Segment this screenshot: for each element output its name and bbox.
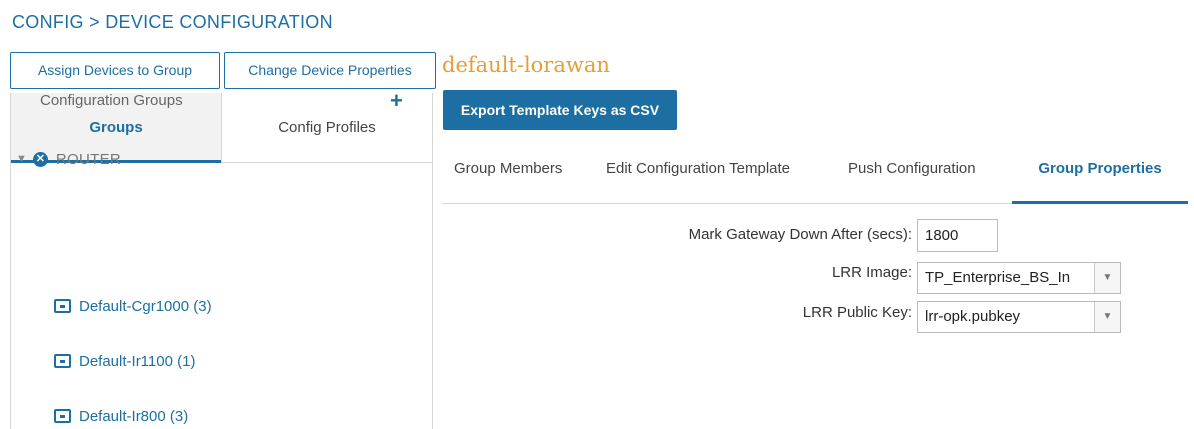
caret-down-icon[interactable]: ▼ <box>16 153 27 165</box>
tab-group-members[interactable]: Group Members <box>454 150 562 204</box>
lrr-image-select[interactable]: TP_Enterprise_BS_In ▼ <box>917 262 1121 294</box>
lrr-public-key-select[interactable]: lrr-opk.pubkey ▼ <box>917 301 1121 333</box>
gateway-down-input[interactable] <box>917 219 998 252</box>
tab-edit-configuration-template[interactable]: Edit Configuration Template <box>606 150 790 204</box>
lrr-public-key-label: LRR Public Key: <box>802 304 912 321</box>
dropdown-arrow-icon[interactable]: ▼ <box>1094 302 1120 332</box>
tree-item-default-cgr1000[interactable]: Default-Cgr1000 (3) <box>54 295 212 317</box>
gateway-down-label: Mark Gateway Down After (secs): <box>688 226 912 243</box>
router-icon: ✕ <box>32 151 48 167</box>
group-label: Default-Cgr1000 (3) <box>79 297 212 315</box>
dropdown-arrow-icon[interactable]: ▼ <box>1094 263 1120 293</box>
lrr-image-value: TP_Enterprise_BS_In <box>925 269 1071 286</box>
configuration-groups-heading: Configuration Groups <box>40 92 183 109</box>
profile-title: default-lorawan <box>442 53 610 77</box>
tree-item-default-ir1100[interactable]: Default-Ir1100 (1) <box>54 350 195 372</box>
tree-node-router[interactable]: ▼ ✕ ROUTER <box>16 148 121 170</box>
right-tab-bar: Group Members Edit Configuration Templat… <box>442 150 1188 204</box>
router-label: ROUTER <box>55 150 122 168</box>
group-label: Default-Ir1100 (1) <box>79 352 196 370</box>
device-group-icon <box>54 299 71 313</box>
tab-group-properties[interactable]: Group Properties <box>1012 150 1188 204</box>
breadcrumb: CONFIG > DEVICE CONFIGURATION <box>12 12 333 32</box>
export-template-keys-button[interactable]: Export Template Keys as CSV <box>443 90 677 130</box>
groups-panel: Groups Config Profiles <box>10 93 433 429</box>
device-group-icon <box>54 409 71 423</box>
group-label: Default-Ir800 (3) <box>79 407 189 425</box>
lrr-image-label: LRR Image: <box>831 264 912 281</box>
tree-item-default-ir800[interactable]: Default-Ir800 (3) <box>54 405 188 427</box>
lrr-public-key-value: lrr-opk.pubkey <box>925 308 1021 325</box>
change-device-properties-button[interactable]: Change Device Properties <box>224 52 436 89</box>
device-group-icon <box>54 354 71 368</box>
tab-push-configuration[interactable]: Push Configuration <box>848 150 976 204</box>
assign-devices-button[interactable]: Assign Devices to Group <box>10 52 220 89</box>
add-group-icon[interactable]: + <box>390 88 403 114</box>
